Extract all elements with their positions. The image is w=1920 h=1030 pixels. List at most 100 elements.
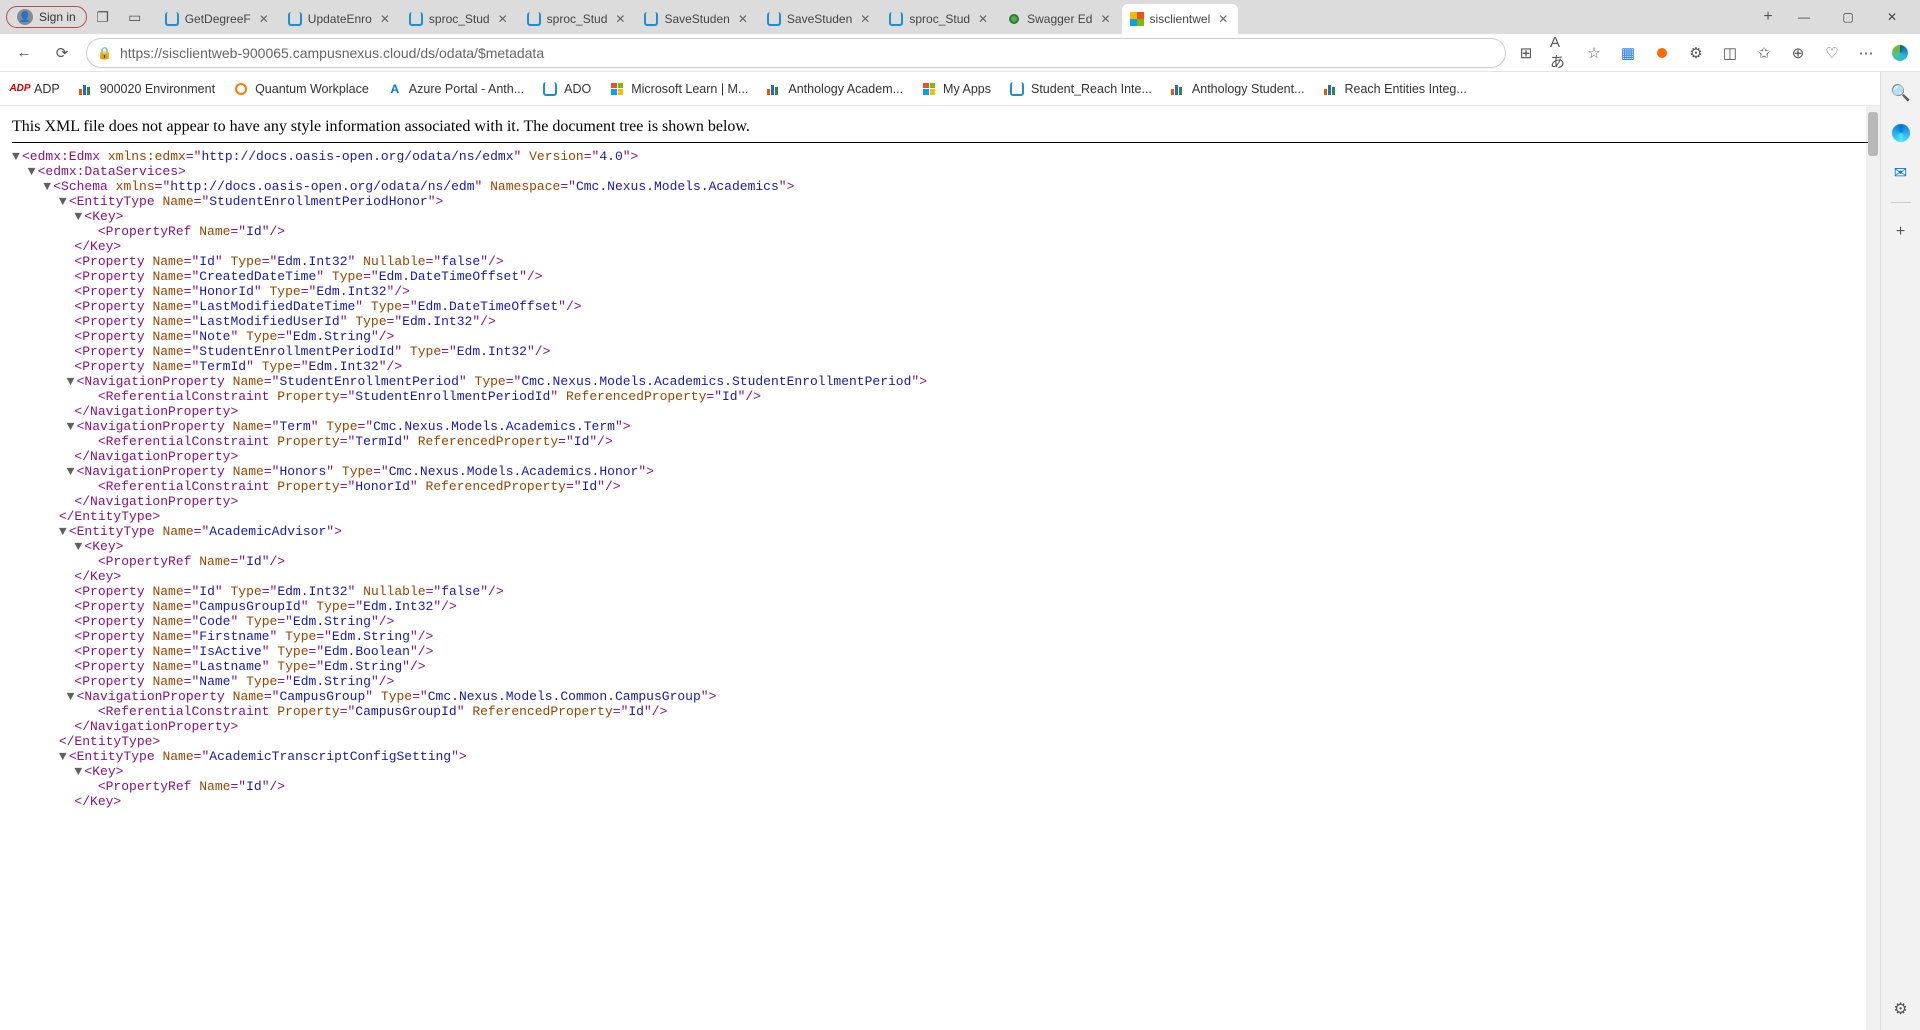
- tab[interactable]: sproc_Stud ✕: [881, 4, 998, 34]
- favorite-icon[interactable]: ☆: [1584, 43, 1604, 63]
- maximize-button[interactable]: ▢: [1826, 2, 1870, 32]
- settings-icon[interactable]: ⋯: [1856, 43, 1876, 63]
- window-controls: — ▢ ✕: [1782, 2, 1914, 32]
- tab-actions-icon[interactable]: ▭: [123, 5, 147, 29]
- address-bar-actions: ⊞ Aあ ☆ ▦ ⚙ ◫ ✩ ⊕ ♡ ⋯: [1516, 43, 1910, 63]
- refresh-button[interactable]: ⟳: [48, 39, 76, 67]
- xml-tree: ▼<edmx:Edmx xmlns:edmx="http://docs.oasi…: [12, 149, 1868, 809]
- bookmark-icon: [766, 81, 782, 97]
- tab-title: SaveStuden: [664, 12, 729, 26]
- bookmark-icon: [542, 81, 558, 97]
- bookmark-label: My Apps: [943, 82, 991, 96]
- lock-icon: 🔒: [97, 46, 112, 60]
- translate-icon[interactable]: ⊞: [1516, 43, 1536, 63]
- tab[interactable]: GetDegreeF ✕: [157, 4, 279, 34]
- tab[interactable]: SaveStuden ✕: [636, 4, 757, 34]
- bookmark-item[interactable]: AAzure Portal - Anth...: [387, 81, 524, 97]
- bookmark-item[interactable]: Quantum Workplace: [233, 81, 369, 97]
- tab[interactable]: sproc_Stud ✕: [519, 4, 636, 34]
- page-content: This XML file does not appear to have an…: [0, 106, 1880, 1030]
- new-tab-button[interactable]: +: [1754, 3, 1782, 31]
- bookmark-label: Reach Entities Integ...: [1345, 82, 1467, 96]
- bookmark-item[interactable]: Anthology Academ...: [766, 81, 903, 97]
- copilot-icon[interactable]: [1890, 43, 1910, 63]
- collections-icon[interactable]: ⊕: [1788, 43, 1808, 63]
- avatar-icon: 👤: [17, 9, 33, 25]
- bookmark-icon: ADP: [12, 81, 28, 97]
- url-input[interactable]: 🔒 https://sisclientweb-900065.campusnexu…: [86, 38, 1506, 68]
- tab-title: SaveStuden: [787, 12, 852, 26]
- copilot-side-icon[interactable]: [1890, 122, 1912, 144]
- outlook-icon[interactable]: ✉: [1890, 162, 1912, 184]
- tab-title: sisclientwel: [1150, 12, 1211, 26]
- favorites-bar-icon[interactable]: ✩: [1754, 43, 1774, 63]
- back-button[interactable]: ←: [10, 39, 38, 67]
- bookmark-icon: [78, 81, 94, 97]
- bookmark-item[interactable]: ADP ADP: [12, 81, 60, 97]
- bookmark-item[interactable]: ADO: [542, 81, 591, 97]
- window-titlebar: 👤 Sign in ❐ ▭ GetDegreeF✕UpdateEnro✕spro…: [0, 0, 1920, 34]
- xml-banner: This XML file does not appear to have an…: [12, 114, 1868, 143]
- tab-close-icon[interactable]: ✕: [1098, 12, 1112, 26]
- side-divider: [1891, 202, 1911, 203]
- bookmark-item[interactable]: My Apps: [921, 81, 991, 97]
- bookmark-label: Microsoft Learn | M...: [631, 82, 748, 96]
- tab-close-icon[interactable]: ✕: [1216, 12, 1230, 26]
- bookmark-label: ADO: [564, 82, 591, 96]
- tab-close-icon[interactable]: ✕: [257, 12, 271, 26]
- bookmark-item[interactable]: Reach Entities Integ...: [1323, 81, 1467, 97]
- ext-orange-icon[interactable]: [1652, 43, 1672, 63]
- search-icon[interactable]: 🔍: [1890, 82, 1912, 104]
- tab[interactable]: sproc_Stud ✕: [401, 4, 518, 34]
- tab-close-icon[interactable]: ✕: [496, 12, 510, 26]
- performance-icon[interactable]: ♡: [1822, 43, 1842, 63]
- close-button[interactable]: ✕: [1870, 2, 1914, 32]
- bookmark-item[interactable]: Anthology Student...: [1170, 81, 1305, 97]
- bookmark-icon: [1009, 81, 1025, 97]
- bookmark-icon: [609, 81, 625, 97]
- bookmark-label: Anthology Student...: [1192, 82, 1305, 96]
- tab-title: GetDegreeF: [185, 12, 251, 26]
- bookmark-icon: [1170, 81, 1186, 97]
- bookmarks-bar: ADP ADP 900020 Environment Quantum Workplac…: [0, 72, 1920, 106]
- bookmark-icon: [233, 81, 249, 97]
- tab-title: sproc_Stud: [547, 12, 608, 26]
- tab-close-icon[interactable]: ✕: [378, 12, 392, 26]
- tab-close-icon[interactable]: ✕: [736, 12, 750, 26]
- signin-label: Sign in: [39, 10, 76, 24]
- minimize-button[interactable]: —: [1782, 2, 1826, 32]
- tab-title: sproc_Stud: [909, 12, 970, 26]
- tab[interactable]: SaveStuden ✕: [759, 4, 880, 34]
- extensions-icon[interactable]: ⚙: [1686, 43, 1706, 63]
- side-settings-icon[interactable]: ⚙: [1890, 998, 1912, 1020]
- address-bar: ← ⟳ 🔒 https://sisclientweb-900065.campus…: [0, 34, 1920, 72]
- bookmark-label: Azure Portal - Anth...: [409, 82, 524, 96]
- tab-close-icon[interactable]: ✕: [613, 12, 627, 26]
- bookmark-label: Quantum Workplace: [255, 82, 369, 96]
- bookmark-icon: [921, 81, 937, 97]
- bookmark-item[interactable]: 900020 Environment: [78, 81, 215, 97]
- tab-close-icon[interactable]: ✕: [976, 12, 990, 26]
- tab-close-icon[interactable]: ✕: [858, 12, 872, 26]
- bookmark-item[interactable]: Microsoft Learn | M...: [609, 81, 748, 97]
- bookmark-label: 900020 Environment: [100, 82, 215, 96]
- reader-icon[interactable]: Aあ: [1550, 43, 1570, 63]
- tab-strip: GetDegreeF✕UpdateEnro✕sproc_Stud✕sproc_S…: [157, 0, 1754, 34]
- bookmark-label: ADP: [34, 82, 60, 96]
- edge-side-panel: 🔍 ✉ + ⚙: [1880, 72, 1920, 1030]
- tab[interactable]: sisclientwel ✕: [1122, 4, 1239, 34]
- tab[interactable]: UpdateEnro ✕: [280, 4, 400, 34]
- bookmark-item[interactable]: Student_Reach Inte...: [1009, 81, 1152, 97]
- workspaces-icon[interactable]: ❐: [91, 5, 115, 29]
- bookmark-label: Student_Reach Inte...: [1031, 82, 1152, 96]
- signin-button[interactable]: 👤 Sign in: [6, 6, 87, 28]
- url-text: https://sisclientweb-900065.campusnexus.…: [120, 45, 1495, 61]
- grid-icon[interactable]: ▦: [1618, 43, 1638, 63]
- tab-title: Swagger Ed: [1027, 12, 1092, 26]
- tab-title: sproc_Stud: [429, 12, 490, 26]
- tab-title: UpdateEnro: [308, 12, 372, 26]
- tab[interactable]: Swagger Ed ✕: [999, 4, 1120, 34]
- split-icon[interactable]: ◫: [1720, 43, 1740, 63]
- bookmark-icon: [1323, 81, 1339, 97]
- add-side-icon[interactable]: +: [1890, 221, 1912, 243]
